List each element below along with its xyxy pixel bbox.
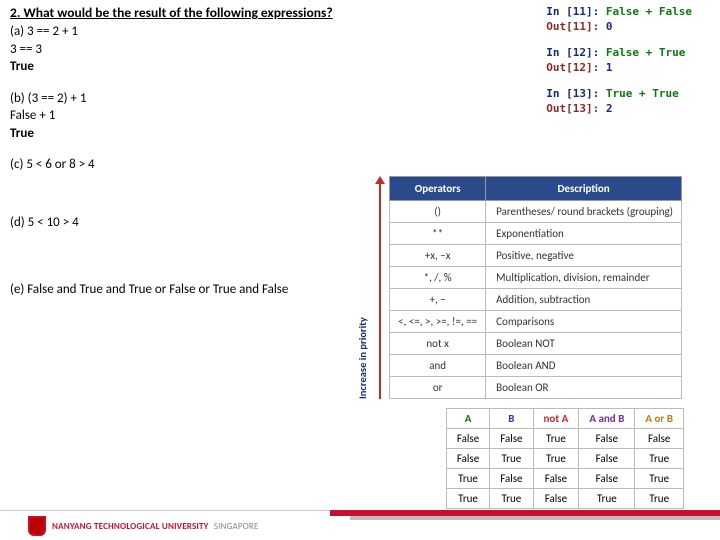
table-row: <, <=, >, >=, !=, ==Comparisons bbox=[390, 311, 682, 333]
truth-cell: True bbox=[533, 449, 579, 469]
console-group-11: In [11]: False + False Out[11]: 0 bbox=[546, 4, 692, 35]
desc-cell: Positive, negative bbox=[486, 245, 682, 267]
truth-cell: True bbox=[490, 489, 533, 509]
operators-table: Operators Description ()Parentheses/ rou… bbox=[389, 176, 682, 399]
truth-cell: True bbox=[635, 449, 684, 469]
part-c: (c) 5 < 6 or 8 > 4 bbox=[10, 156, 710, 174]
truth-cell: True bbox=[446, 469, 489, 489]
uni-text: NANYANG TECHNOLOGICAL UNIVERSITY bbox=[52, 521, 209, 532]
truth-cell: False bbox=[446, 449, 489, 469]
op-cell: *, /, % bbox=[390, 267, 486, 289]
operators-precedence: Increase in priority Operators Descripti… bbox=[356, 176, 682, 399]
desc-cell: Boolean NOT bbox=[486, 333, 682, 355]
truth-cell: True bbox=[446, 489, 489, 509]
part-b-result: True bbox=[10, 125, 710, 143]
footer-stripe-gray bbox=[350, 516, 720, 520]
table-row: andBoolean AND bbox=[390, 355, 682, 377]
truth-cell: False bbox=[533, 489, 579, 509]
table-row: FalseTrueTrueFalseTrue bbox=[446, 449, 683, 469]
out-label: Out[13]: bbox=[546, 102, 599, 115]
th-not: not A bbox=[533, 409, 579, 429]
desc-cell: Exponentiation bbox=[486, 223, 682, 245]
truth-cell: False bbox=[446, 429, 489, 449]
truth-cell: False bbox=[490, 469, 533, 489]
table-row: +x, −xPositive, negative bbox=[390, 245, 682, 267]
op-cell: +x, −x bbox=[390, 245, 486, 267]
university-name: NANYANG TECHNOLOGICAL UNIVERSITY SINGAPO… bbox=[52, 521, 259, 532]
truth-cell: False bbox=[635, 429, 684, 449]
in-code: False + True bbox=[599, 46, 685, 59]
in-label: In [13]: bbox=[546, 87, 599, 100]
out-val: 0 bbox=[599, 20, 612, 33]
truth-table: A B not A A and B A or B FalseFalseTrueF… bbox=[446, 408, 684, 509]
table-row: orBoolean OR bbox=[390, 377, 682, 399]
truth-cell: False bbox=[579, 449, 635, 469]
truth-cell: True bbox=[635, 469, 684, 489]
in-label: In [12]: bbox=[546, 46, 599, 59]
op-cell: () bbox=[390, 201, 486, 223]
priority-arrow-icon bbox=[375, 176, 385, 399]
table-row: *, /, %Multiplication, division, remaind… bbox=[390, 267, 682, 289]
footer: NANYANG TECHNOLOGICAL UNIVERSITY SINGAPO… bbox=[0, 510, 720, 540]
out-val: 2 bbox=[599, 102, 612, 115]
op-header-operators: Operators bbox=[390, 177, 486, 201]
table-row: not xBoolean NOT bbox=[390, 333, 682, 355]
th-b: B bbox=[490, 409, 533, 429]
table-row: TrueTrueFalseTrueTrue bbox=[446, 489, 683, 509]
table-row: ()Parentheses/ round brackets (grouping) bbox=[390, 201, 682, 223]
truth-cell: False bbox=[579, 469, 635, 489]
truth-cell: True bbox=[533, 429, 579, 449]
desc-cell: Comparisons bbox=[486, 311, 682, 333]
op-cell: and bbox=[390, 355, 486, 377]
in-code: False + False bbox=[599, 5, 692, 18]
op-cell: not x bbox=[390, 333, 486, 355]
table-row: **Exponentiation bbox=[390, 223, 682, 245]
op-cell: <, <=, >, >=, !=, == bbox=[390, 311, 486, 333]
desc-cell: Multiplication, division, remainder bbox=[486, 267, 682, 289]
th-a: A bbox=[446, 409, 489, 429]
arrow-label: Increase in priority bbox=[356, 176, 369, 399]
th-and: A and B bbox=[579, 409, 635, 429]
console-group-12: In [12]: False + True Out[12]: 1 bbox=[546, 45, 692, 76]
op-cell: ** bbox=[390, 223, 486, 245]
out-label: Out[12]: bbox=[546, 61, 599, 74]
uni-sg: SINGAPORE bbox=[214, 521, 259, 532]
truth-cell: False bbox=[579, 429, 635, 449]
desc-cell: Boolean OR bbox=[486, 377, 682, 399]
console-group-13: In [13]: True + True Out[13]: 2 bbox=[546, 86, 692, 117]
desc-cell: Boolean AND bbox=[486, 355, 682, 377]
in-label: In [11]: bbox=[546, 5, 599, 18]
table-row: FalseFalseTrueFalseFalse bbox=[446, 429, 683, 449]
th-or: A or B bbox=[635, 409, 684, 429]
desc-cell: Addition, subtraction bbox=[486, 289, 682, 311]
in-code: True + True bbox=[599, 87, 678, 100]
truth-cell: True bbox=[490, 449, 533, 469]
console-output: In [11]: False + False Out[11]: 0 In [12… bbox=[546, 4, 692, 126]
op-header-description: Description bbox=[486, 177, 682, 201]
university-logo: NANYANG TECHNOLOGICAL UNIVERSITY SINGAPO… bbox=[28, 516, 259, 536]
op-cell: +, − bbox=[390, 289, 486, 311]
table-row: TrueFalseFalseFalseTrue bbox=[446, 469, 683, 489]
out-val: 1 bbox=[599, 61, 612, 74]
truth-cell: False bbox=[533, 469, 579, 489]
out-label: Out[11]: bbox=[546, 20, 599, 33]
truth-cell: False bbox=[490, 429, 533, 449]
truth-cell: True bbox=[635, 489, 684, 509]
op-cell: or bbox=[390, 377, 486, 399]
crest-icon bbox=[28, 516, 46, 536]
table-row: +, −Addition, subtraction bbox=[390, 289, 682, 311]
desc-cell: Parentheses/ round brackets (grouping) bbox=[486, 201, 682, 223]
truth-cell: True bbox=[579, 489, 635, 509]
